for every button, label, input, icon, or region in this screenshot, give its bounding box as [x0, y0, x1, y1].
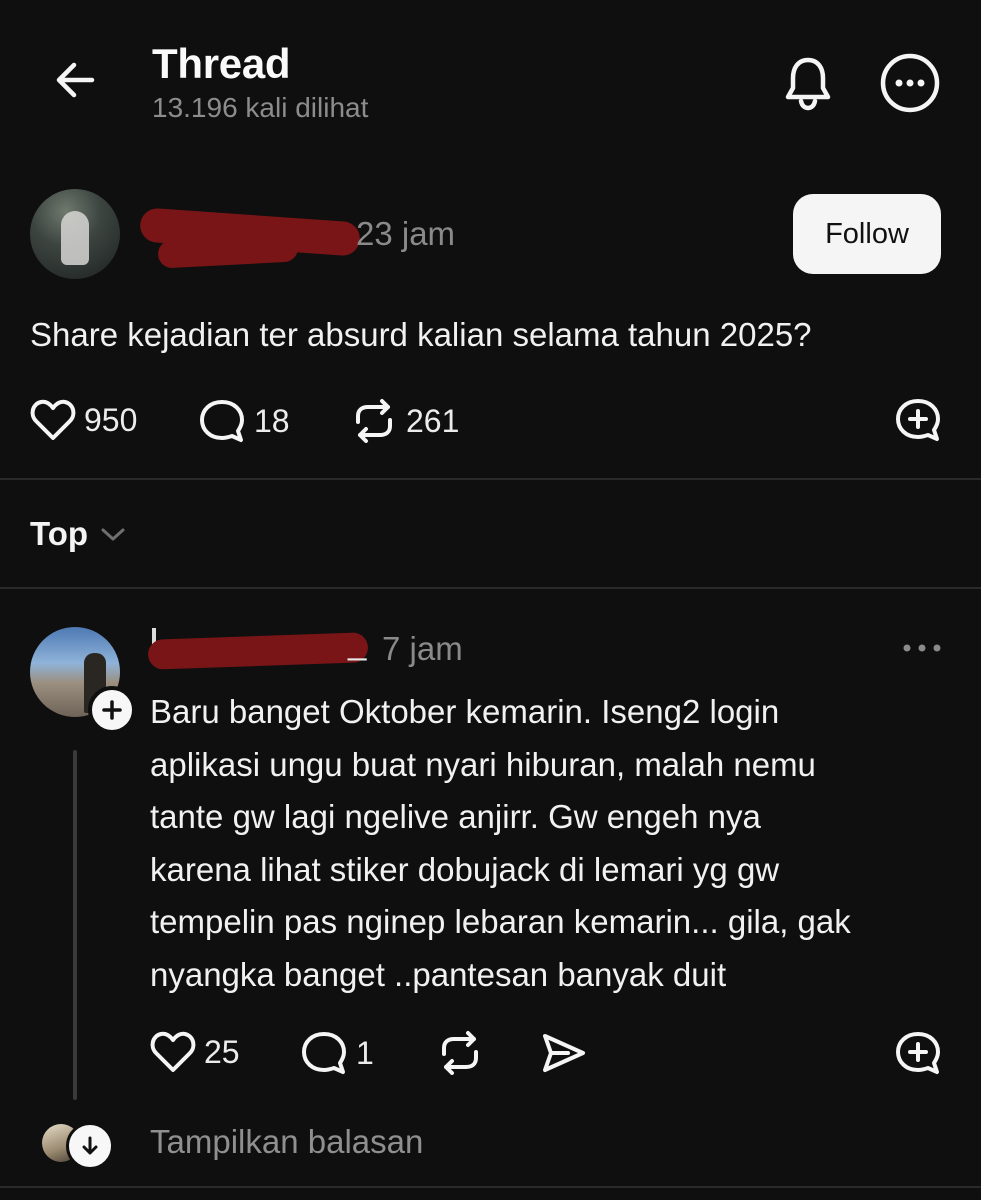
follow-button[interactable]: Follow — [793, 194, 941, 274]
reply-more-button[interactable] — [900, 640, 944, 656]
like-button[interactable]: 950 — [30, 398, 137, 442]
post-timestamp: 23 jam — [356, 215, 456, 252]
reply-repost-button[interactable] — [436, 1030, 484, 1076]
reply-share-button[interactable] — [540, 1031, 588, 1075]
sort-label: Top — [30, 515, 89, 552]
reply-text: Baru banget Oktober kemarin. Iseng2 logi… — [150, 693, 851, 993]
comment-count: 18 — [254, 402, 290, 439]
reply-comment-count: 1 — [356, 1034, 374, 1071]
redacted-reply-username: _ — [147, 622, 380, 672]
back-button[interactable] — [48, 52, 104, 108]
reply-timestamp: 7 jam — [382, 630, 463, 667]
quote-plus-icon — [896, 399, 940, 441]
repost-count: 261 — [406, 402, 460, 439]
heart-icon — [30, 399, 76, 440]
comment-icon — [302, 1032, 346, 1074]
bell-icon — [785, 57, 831, 111]
chevron-down-icon — [101, 528, 125, 541]
more-options-button[interactable] — [878, 51, 942, 115]
divider — [0, 478, 981, 480]
reply-comment-button[interactable]: 1 — [300, 1030, 374, 1076]
page-title: Thread — [152, 40, 291, 87]
show-replies-link[interactable]: Tampilkan balasan — [150, 1123, 423, 1161]
send-icon — [543, 1034, 585, 1072]
redacted-username — [139, 205, 365, 275]
more-circle-icon — [880, 53, 940, 113]
comment-button[interactable]: 18 — [198, 398, 290, 444]
quote-button[interactable] — [893, 397, 943, 445]
view-count: 13.196 kali dilihat — [152, 92, 369, 123]
like-count: 950 — [84, 401, 138, 438]
reply-username-fragment: _ — [348, 624, 367, 661]
quote-plus-icon — [896, 1032, 940, 1074]
expand-replies-badge[interactable] — [66, 1122, 114, 1170]
comment-icon — [200, 400, 244, 442]
thread-line — [73, 750, 77, 1100]
post-text: Share kejadian ter absurd kalian selama … — [30, 316, 812, 353]
follow-badge[interactable] — [88, 686, 136, 734]
divider — [0, 587, 981, 589]
divider — [0, 1186, 981, 1188]
arrow-down-icon — [82, 1136, 98, 1155]
plus-icon — [102, 700, 122, 720]
repost-icon — [356, 399, 392, 443]
reply-like-count: 25 — [204, 1033, 240, 1070]
repost-button[interactable]: 261 — [350, 398, 459, 444]
arrow-left-icon — [56, 62, 95, 98]
more-horizontal-icon — [903, 644, 941, 652]
reply-like-button[interactable]: 25 — [150, 1030, 240, 1074]
heart-icon — [150, 1031, 196, 1072]
author-avatar[interactable] — [30, 189, 120, 279]
notifications-button[interactable] — [776, 50, 840, 114]
repost-icon — [442, 1031, 478, 1075]
reply-quote-button[interactable] — [893, 1030, 943, 1078]
sort-dropdown[interactable]: Top — [30, 515, 128, 553]
